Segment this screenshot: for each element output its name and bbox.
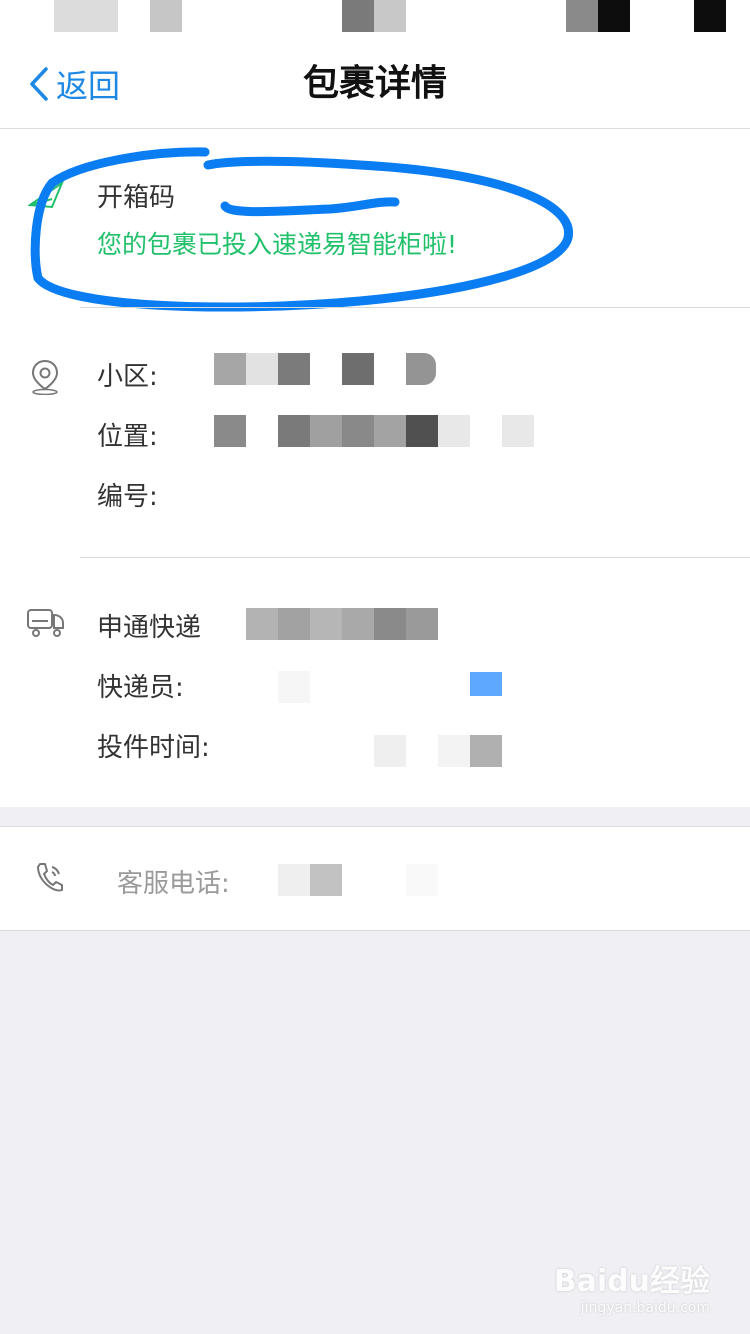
status-blur xyxy=(598,0,630,32)
redacted-block xyxy=(438,735,470,767)
delivery-truck-icon xyxy=(27,609,64,637)
divider xyxy=(80,557,750,558)
redacted-block xyxy=(406,608,438,640)
number-label: 编号: xyxy=(97,482,158,512)
service-phone-label: 客服电话: xyxy=(117,869,230,899)
watermark-url: jingyan.baidu.com xyxy=(580,1300,710,1316)
redacted-block xyxy=(278,353,310,385)
status-blur xyxy=(342,0,374,32)
page-title: 包裹详情 xyxy=(302,63,447,104)
status-bar xyxy=(0,0,750,40)
watermark-brand: Baidu经验 xyxy=(553,1264,710,1299)
community-label: 小区: xyxy=(97,362,158,392)
redacted-block xyxy=(374,735,406,767)
customer-service-row[interactable]: 客服电话: xyxy=(0,826,750,931)
courier-label: 快递员: xyxy=(97,673,184,703)
redacted-block xyxy=(310,608,342,640)
redacted-block xyxy=(374,608,406,640)
redacted-block xyxy=(342,608,374,640)
redacted-block xyxy=(246,353,278,385)
status-blur xyxy=(566,0,598,32)
section-gap xyxy=(0,807,750,826)
redacted-block xyxy=(310,864,342,896)
redacted-block xyxy=(310,415,342,447)
redacted-block xyxy=(214,353,246,385)
redacted-block xyxy=(470,735,502,767)
redacted-block xyxy=(374,415,406,447)
redacted-block xyxy=(342,415,374,447)
status-blur xyxy=(374,0,406,32)
redacted-block xyxy=(406,415,438,447)
redacted-block xyxy=(470,672,502,696)
courier-company: 申通快递 xyxy=(97,613,202,643)
redacted-block xyxy=(406,353,436,385)
package-detail-card: 开箱码 您的包裹已投入速递易智能柜啦! 小区: 位置: 编号: 申通快递 快递员 xyxy=(0,129,750,807)
location-pin-icon xyxy=(31,359,59,395)
highlight-circle xyxy=(30,147,574,312)
redacted-block xyxy=(342,353,374,385)
redacted-block xyxy=(438,415,470,447)
baidu-watermark: Baidu经验 jingyan.baidu.com xyxy=(554,1256,710,1316)
redacted-block xyxy=(278,415,310,447)
status-blur xyxy=(150,0,182,32)
redacted-block xyxy=(406,864,438,896)
divider xyxy=(80,307,750,308)
phone-icon xyxy=(37,863,63,892)
redacted-block xyxy=(246,608,278,640)
redacted-block xyxy=(502,415,534,447)
status-blur xyxy=(54,0,118,32)
redacted-block xyxy=(278,608,310,640)
status-blur xyxy=(694,0,726,32)
redacted-block xyxy=(278,864,310,896)
redacted-block xyxy=(278,671,310,703)
position-label: 位置: xyxy=(97,422,158,452)
redacted-block xyxy=(214,415,246,447)
nav-bar: 返回 包裹详情 xyxy=(0,40,750,129)
delivery-time-label: 投件时间: xyxy=(97,733,210,763)
